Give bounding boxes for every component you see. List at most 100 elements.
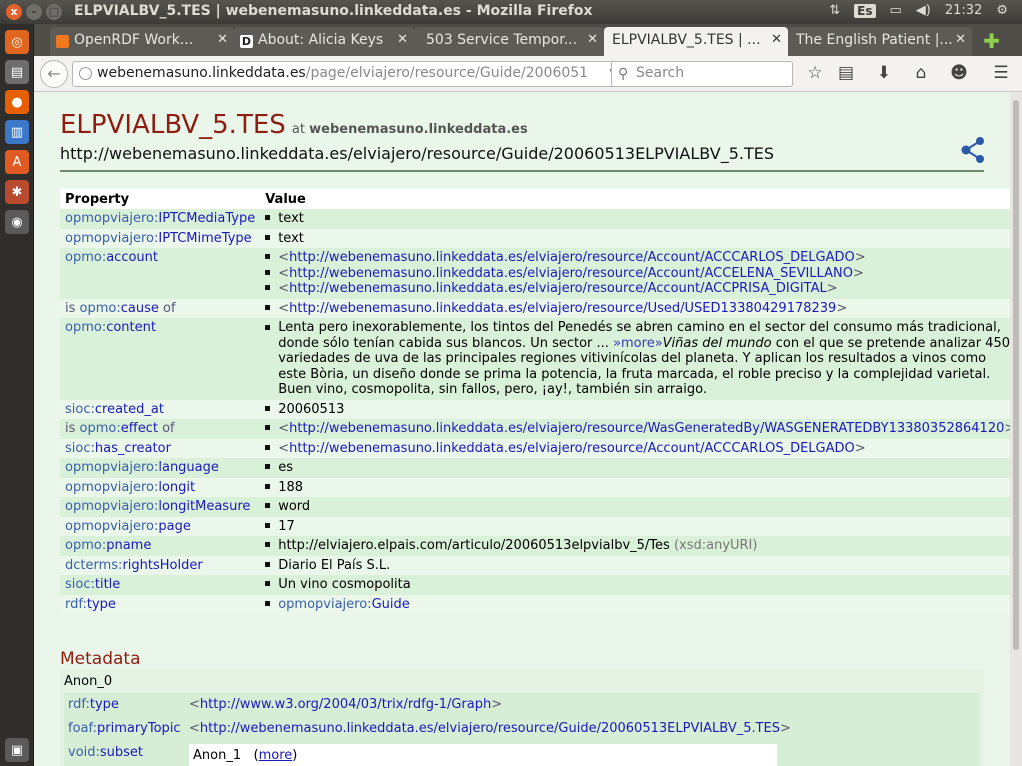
property-link[interactable]: subset bbox=[100, 745, 143, 760]
tab-elpvialbv[interactable]: ELPVIALBV_5.TES | ... ✕ bbox=[604, 27, 788, 56]
trash-icon[interactable]: ▣ bbox=[5, 738, 29, 762]
property-link[interactable]: IPTCMediaType bbox=[158, 211, 255, 226]
close-icon[interactable]: ✕ bbox=[217, 32, 228, 47]
table-row: is opmo:cause of <http://webenemasuno.li… bbox=[60, 298, 1010, 318]
property-prefix[interactable]: opmopviajero: bbox=[65, 231, 158, 246]
files-icon[interactable]: ▤ bbox=[5, 60, 29, 84]
property-link[interactable]: rightsHolder bbox=[122, 558, 202, 573]
property-prefix[interactable]: rdf: bbox=[65, 597, 87, 612]
clock[interactable]: 21:32 bbox=[945, 3, 982, 18]
property-link[interactable]: IPTCMimeType bbox=[158, 231, 251, 246]
property-link[interactable]: pname bbox=[106, 538, 151, 553]
home-icon[interactable]: ⌂ bbox=[910, 63, 932, 83]
bookmark-star-icon[interactable]: ☆ bbox=[804, 63, 826, 83]
share-icon[interactable] bbox=[960, 136, 986, 164]
resource-link[interactable]: http://webenemasuno.linkeddata.es/elviaj… bbox=[289, 250, 855, 265]
window-minimize-button[interactable]: – bbox=[26, 4, 42, 20]
property-prefix[interactable]: opmopviajero: bbox=[65, 519, 158, 534]
system-indicators: ⇅ Es ▭ ◀) 21:32 ⚙ bbox=[829, 3, 1008, 18]
property-link[interactable]: language bbox=[158, 460, 219, 475]
network-icon[interactable]: ⇅ bbox=[829, 3, 840, 18]
value-prefix[interactable]: opmopviajero: bbox=[278, 597, 371, 612]
property-link[interactable]: account bbox=[106, 250, 158, 265]
property-prefix[interactable]: foaf: bbox=[68, 721, 97, 736]
property-prefix[interactable]: sioc: bbox=[65, 577, 95, 592]
property-cell: void:subset bbox=[68, 745, 143, 760]
disc-icon[interactable]: ◉ bbox=[5, 210, 29, 234]
more-link[interactable]: more bbox=[259, 748, 293, 763]
tab-openrdf[interactable]: OpenRDF Work... ✕ bbox=[50, 27, 234, 56]
metadata-row: void:subset Anon_1 (more) bbox=[64, 741, 980, 766]
new-tab-plus-icon[interactable]: ✚ bbox=[983, 29, 1000, 53]
resource-link[interactable]: http://www.w3.org/2004/03/trix/rdfg-1/Gr… bbox=[200, 697, 491, 712]
tab-english-patient[interactable]: The English Patient |... ✕ bbox=[788, 27, 972, 56]
vertical-scrollbar[interactable] bbox=[1010, 92, 1022, 766]
property-prefix[interactable]: opmopviajero: bbox=[65, 211, 158, 226]
close-icon[interactable]: ✕ bbox=[397, 32, 408, 47]
property-prefix[interactable]: opmopviajero: bbox=[65, 480, 158, 495]
property-link[interactable]: longit bbox=[158, 480, 195, 495]
writer-icon[interactable]: ▥ bbox=[5, 120, 29, 144]
property-prefix[interactable]: sioc: bbox=[65, 402, 95, 417]
battery-icon[interactable]: ▭ bbox=[890, 3, 902, 18]
property-link[interactable]: page bbox=[158, 519, 190, 534]
scrollbar-thumb[interactable] bbox=[1013, 100, 1019, 650]
value-column-header: Value bbox=[260, 189, 1010, 209]
input-method-indicator[interactable]: Es bbox=[854, 3, 876, 18]
url-bar[interactable]: webenemasuno.linkeddata.es/page/elviajer… bbox=[72, 61, 638, 87]
resource-link[interactable]: http://webenemasuno.linkeddata.es/elviaj… bbox=[200, 721, 780, 736]
list-item: <http://webenemasuno.linkeddata.es/elvia… bbox=[265, 281, 1010, 297]
close-icon[interactable]: ✕ bbox=[955, 32, 966, 47]
resource-link[interactable]: http://webenemasuno.linkeddata.es/elviaj… bbox=[289, 441, 855, 456]
close-icon[interactable]: ✕ bbox=[771, 32, 782, 47]
close-icon[interactable]: ✕ bbox=[587, 32, 598, 47]
property-prefix[interactable]: opmo: bbox=[80, 421, 121, 436]
tab-alicia-keys[interactable]: D About: Alicia Keys ✕ bbox=[234, 27, 414, 56]
resource-link[interactable]: http://webenemasuno.linkeddata.es/elviaj… bbox=[289, 281, 827, 296]
gear-icon[interactable]: ⚙ bbox=[996, 3, 1008, 18]
more-link[interactable]: »more» bbox=[613, 336, 663, 351]
menu-icon[interactable]: ☰ bbox=[990, 63, 1012, 83]
software-center-icon[interactable]: A bbox=[5, 150, 29, 174]
property-link[interactable]: type bbox=[87, 597, 116, 612]
table-row: opmopviajero:IPTCMediaType text bbox=[60, 209, 1010, 229]
property-prefix[interactable]: sioc: bbox=[65, 441, 95, 456]
property-link[interactable]: title bbox=[95, 577, 120, 592]
resource-link[interactable]: http://webenemasuno.linkeddata.es/elviaj… bbox=[289, 266, 853, 281]
resource-link[interactable]: http://webenemasuno.linkeddata.es/elviaj… bbox=[289, 421, 1004, 436]
resource-link[interactable]: http://webenemasuno.linkeddata.es/elviaj… bbox=[289, 301, 836, 316]
reading-list-icon[interactable]: ▤ bbox=[835, 63, 857, 83]
property-link[interactable]: primaryTopic bbox=[97, 721, 181, 736]
property-link[interactable]: cause bbox=[121, 301, 159, 316]
property-prefix[interactable]: opmo: bbox=[80, 301, 121, 316]
property-prefix[interactable]: void: bbox=[68, 745, 100, 760]
tab-503[interactable]: 503 Service Tempor... ✕ bbox=[414, 27, 604, 56]
property-prefix[interactable]: opmo: bbox=[65, 250, 106, 265]
window-close-button[interactable]: x bbox=[6, 4, 22, 20]
property-link[interactable]: content bbox=[106, 320, 156, 335]
firefox-icon[interactable]: ● bbox=[5, 90, 29, 114]
window-maximize-button[interactable]: □ bbox=[46, 4, 62, 20]
hello-chat-icon[interactable]: ☻ bbox=[948, 63, 970, 83]
property-link[interactable]: type bbox=[90, 697, 119, 712]
bullet-icon bbox=[265, 444, 271, 450]
property-link[interactable]: effect bbox=[121, 421, 158, 436]
volume-icon[interactable]: ◀) bbox=[916, 3, 931, 18]
settings-icon[interactable]: ✱ bbox=[5, 180, 29, 204]
property-prefix[interactable]: opmo: bbox=[65, 538, 106, 553]
page-title: ELPVIALBV_5.TES bbox=[60, 110, 286, 140]
datatype-label: (xsd:anyURI) bbox=[673, 538, 758, 553]
property-link[interactable]: created_at bbox=[95, 402, 164, 417]
property-prefix[interactable]: opmopviajero: bbox=[65, 499, 158, 514]
value-link[interactable]: Guide bbox=[372, 597, 410, 612]
back-button[interactable]: ← bbox=[40, 60, 68, 88]
property-prefix[interactable]: opmo: bbox=[65, 320, 106, 335]
property-prefix[interactable]: opmopviajero: bbox=[65, 460, 158, 475]
download-icon[interactable]: ⬇ bbox=[873, 63, 895, 83]
property-prefix[interactable]: dcterms: bbox=[65, 558, 122, 573]
search-input[interactable]: ⚲ Search bbox=[611, 61, 793, 87]
property-link[interactable]: longitMeasure bbox=[158, 499, 250, 514]
property-link[interactable]: has_creator bbox=[95, 441, 171, 456]
ubuntu-logo-icon[interactable]: ◎ bbox=[5, 30, 29, 54]
property-prefix[interactable]: rdf: bbox=[68, 697, 90, 712]
